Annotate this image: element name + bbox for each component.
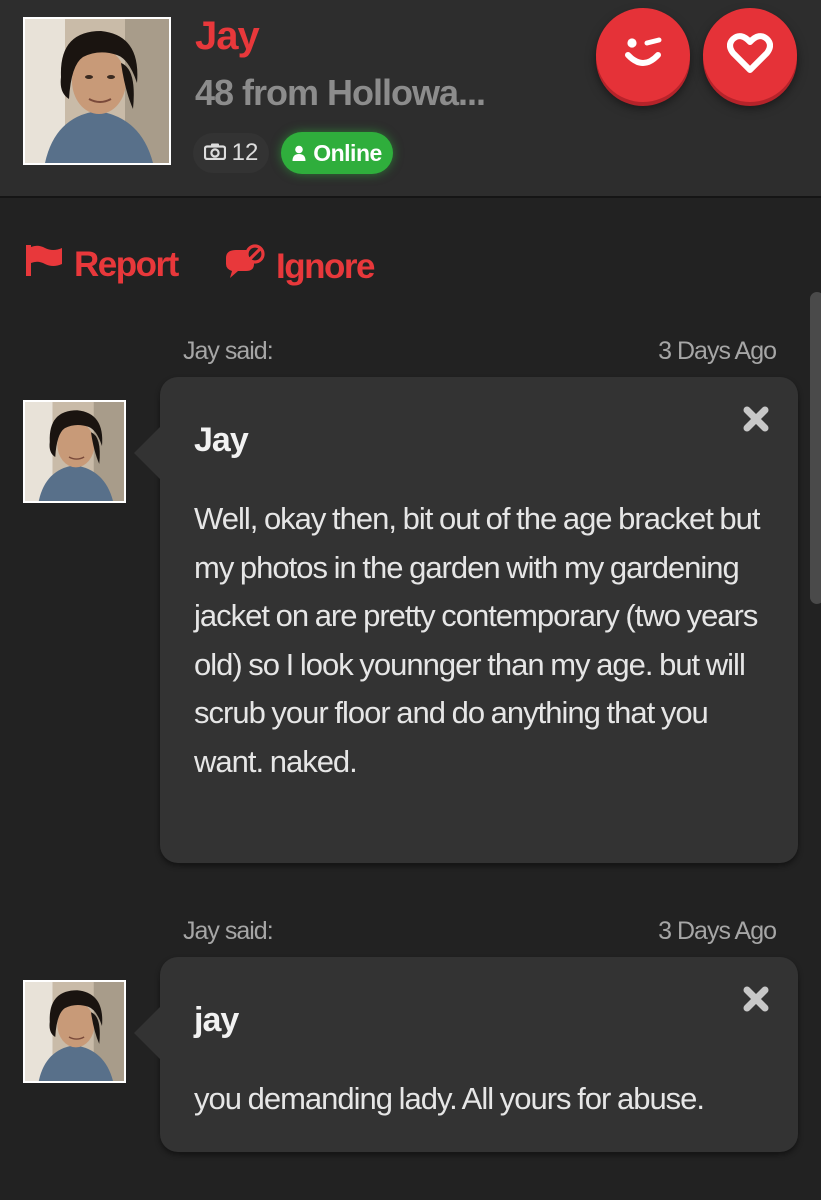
ignore-chat-icon bbox=[224, 244, 266, 289]
delete-message-button[interactable] bbox=[742, 985, 770, 1013]
report-button[interactable]: Report bbox=[26, 244, 179, 285]
message-text: Well, okay then, bit out of the age brac… bbox=[194, 501, 761, 779]
message-thread-page: Jay 48 from Hollowa... 12 Online Report … bbox=[0, 0, 821, 1200]
ignore-button[interactable]: Ignore bbox=[224, 244, 375, 289]
message-bubble: Jay Well, okay then, bit out of the age … bbox=[134, 377, 798, 863]
wink-smile-icon bbox=[621, 31, 665, 80]
profile-avatar[interactable] bbox=[23, 17, 171, 165]
report-label: Report bbox=[74, 244, 179, 284]
message-said-label: Jay said: bbox=[183, 917, 274, 945]
message-text: you demanding lady. All yours for abuse. bbox=[194, 1081, 705, 1116]
message-sender: jay bbox=[194, 1001, 239, 1039]
message-timestamp: 3 Days Ago bbox=[658, 337, 777, 365]
wink-button[interactable] bbox=[596, 8, 690, 102]
photo-count-badge[interactable]: 12 bbox=[193, 133, 269, 173]
scrollbar[interactable] bbox=[810, 292, 821, 604]
delete-message-button[interactable] bbox=[742, 405, 770, 433]
profile-age-location: 48 from Hollowa... bbox=[195, 72, 486, 113]
user-icon bbox=[292, 140, 306, 167]
profile-header: Jay 48 from Hollowa... 12 Online bbox=[0, 0, 821, 198]
message-avatar[interactable] bbox=[23, 980, 126, 1083]
message-sender: Jay bbox=[194, 421, 249, 459]
ignore-label: Ignore bbox=[276, 246, 375, 286]
online-status-badge: Online bbox=[281, 132, 393, 174]
profile-name: Jay bbox=[195, 14, 260, 58]
message-said-label: Jay said: bbox=[183, 337, 274, 365]
camera-icon bbox=[203, 139, 226, 167]
heart-icon bbox=[727, 32, 773, 79]
message-avatar[interactable] bbox=[23, 400, 126, 503]
photo-count: 12 bbox=[231, 139, 259, 166]
message-timestamp: 3 Days Ago bbox=[658, 917, 777, 945]
flag-icon bbox=[26, 244, 64, 285]
close-icon bbox=[742, 986, 770, 1017]
close-icon bbox=[742, 406, 770, 437]
favorite-button[interactable] bbox=[703, 8, 797, 102]
online-status-label: Online bbox=[313, 139, 382, 166]
message-bubble: jay you demanding lady. All yours for ab… bbox=[134, 957, 798, 1152]
